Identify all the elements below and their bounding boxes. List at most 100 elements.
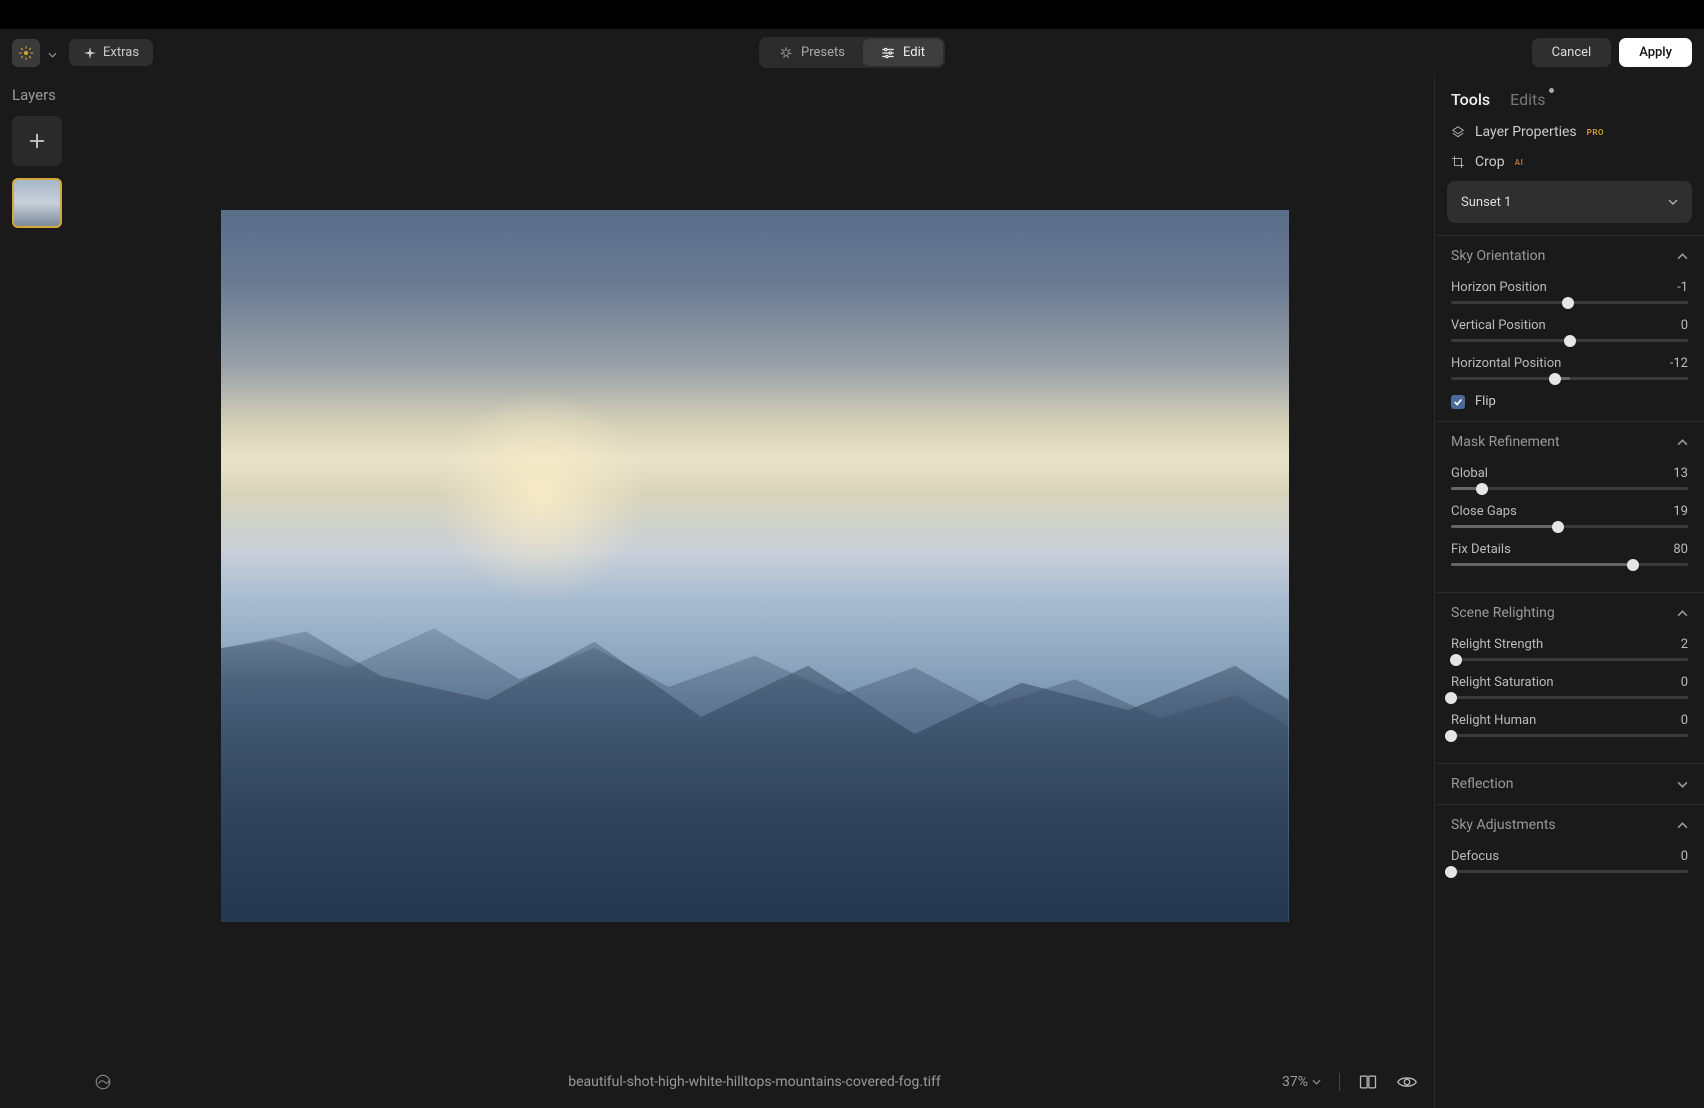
extras-button[interactable]: Extras: [69, 39, 153, 66]
param-label: Relight Human: [1451, 713, 1536, 728]
param-global: Global 13: [1451, 466, 1688, 490]
section-title: Reflection: [1451, 776, 1513, 792]
section-header-scene_relighting[interactable]: Scene Relighting: [1435, 592, 1704, 633]
chevron-up-icon: [1677, 439, 1688, 446]
bottom-bar: beautiful-shot-high-white-hilltops-mount…: [75, 1056, 1434, 1108]
preview-button[interactable]: [1396, 1071, 1418, 1093]
slider[interactable]: [1451, 734, 1688, 737]
chevron-down-icon: [1668, 199, 1678, 205]
section-header-sky_adjustments[interactable]: Sky Adjustments: [1435, 804, 1704, 845]
right-panel: Tools Edits Layer Properties PRO Crop AI…: [1434, 76, 1704, 1108]
layer-properties-label: Layer Properties: [1475, 124, 1577, 140]
sliders-icon: [881, 46, 895, 60]
apply-button[interactable]: Apply: [1619, 38, 1692, 67]
chevron-up-icon: [1677, 253, 1688, 260]
tab-edits[interactable]: Edits: [1510, 90, 1545, 109]
chevron-down-icon[interactable]: [48, 43, 57, 62]
param-value: -1: [1677, 280, 1688, 295]
param-relight human: Relight Human 0: [1451, 713, 1688, 737]
param-value: 0: [1681, 318, 1688, 333]
edit-tab-label: Edit: [903, 45, 925, 60]
param-horizontal position: Horizontal Position -12: [1451, 356, 1688, 380]
param-defocus: Defocus 0: [1451, 849, 1688, 873]
param-label: Relight Saturation: [1451, 675, 1554, 690]
zoom-level[interactable]: 37%: [1282, 1074, 1321, 1090]
sky-preset-select[interactable]: Sunset 1: [1447, 181, 1692, 223]
param-label: Fix Details: [1451, 542, 1511, 557]
slider[interactable]: [1451, 563, 1688, 566]
divider: [1339, 1073, 1340, 1091]
slider[interactable]: [1451, 525, 1688, 528]
param-label: Defocus: [1451, 849, 1499, 864]
app-logo-button[interactable]: [12, 39, 40, 67]
extras-label: Extras: [103, 45, 139, 60]
param-horizon position: Horizon Position -1: [1451, 280, 1688, 304]
plus-icon: [26, 130, 48, 152]
param-label: Global: [1451, 466, 1488, 481]
top-toolbar: Extras Presets Edit Cancel Apply: [0, 29, 1704, 76]
param-value: 0: [1681, 849, 1688, 864]
param-value: 0: [1681, 713, 1688, 728]
presets-tab-label: Presets: [801, 45, 845, 60]
param-close gaps: Close Gaps 19: [1451, 504, 1688, 528]
slider[interactable]: [1451, 301, 1688, 304]
section-title: Scene Relighting: [1451, 605, 1555, 621]
layer-thumbnail-1[interactable]: [12, 178, 62, 228]
edit-tab[interactable]: Edit: [863, 39, 943, 66]
section-header-mask_refinement[interactable]: Mask Refinement: [1435, 421, 1704, 462]
tab-tools[interactable]: Tools: [1451, 90, 1490, 109]
param-label: Horizontal Position: [1451, 356, 1561, 371]
chevron-up-icon: [1677, 610, 1688, 617]
canvas-area: beautiful-shot-high-white-hilltops-mount…: [75, 76, 1434, 1108]
param-relight saturation: Relight Saturation 0: [1451, 675, 1688, 699]
param-value: 80: [1673, 542, 1688, 557]
layers-panel: Layers: [0, 76, 75, 1108]
crop-label: Crop: [1475, 154, 1505, 170]
param-value: 0: [1681, 675, 1688, 690]
sparkle-icon: [83, 46, 97, 60]
crop-row[interactable]: Crop AI: [1435, 147, 1704, 177]
slider[interactable]: [1451, 696, 1688, 699]
param-label: Horizon Position: [1451, 280, 1547, 295]
ai-badge: AI: [1515, 158, 1524, 167]
param-value: 2: [1681, 637, 1688, 652]
chevron-up-icon: [1677, 822, 1688, 829]
flip-checkbox-row: Flip: [1451, 394, 1688, 409]
image-preview[interactable]: [221, 210, 1289, 922]
param-relight strength: Relight Strength 2: [1451, 637, 1688, 661]
cancel-button[interactable]: Cancel: [1532, 38, 1612, 67]
edits-indicator-dot: [1549, 88, 1554, 93]
section-title: Sky Orientation: [1451, 248, 1545, 264]
crop-icon: [1451, 155, 1465, 169]
chevron-down-icon: [1312, 1079, 1321, 1085]
sun-icon: [18, 45, 34, 61]
param-vertical position: Vertical Position 0: [1451, 318, 1688, 342]
flip-checkbox[interactable]: [1451, 395, 1465, 409]
presets-icon: [779, 46, 793, 60]
histogram-button[interactable]: [91, 1070, 115, 1094]
param-value: 13: [1673, 466, 1688, 481]
section-title: Sky Adjustments: [1451, 817, 1556, 833]
param-fix details: Fix Details 80: [1451, 542, 1688, 566]
pro-badge: PRO: [1587, 128, 1604, 137]
layers-icon: [1451, 125, 1465, 139]
section-header-sky_orientation[interactable]: Sky Orientation: [1435, 235, 1704, 276]
param-value: -12: [1670, 356, 1688, 371]
section-title: Mask Refinement: [1451, 434, 1560, 450]
presets-tab[interactable]: Presets: [761, 39, 863, 66]
param-label: Relight Strength: [1451, 637, 1543, 652]
compare-button[interactable]: [1358, 1072, 1378, 1092]
filename-label: beautiful-shot-high-white-hilltops-mount…: [568, 1074, 941, 1090]
layers-title: Layers: [12, 86, 63, 104]
section-header-reflection[interactable]: Reflection: [1435, 763, 1704, 804]
slider[interactable]: [1451, 377, 1688, 380]
slider[interactable]: [1451, 339, 1688, 342]
slider[interactable]: [1451, 487, 1688, 490]
slider[interactable]: [1451, 870, 1688, 873]
add-layer-button[interactable]: [12, 116, 62, 166]
layer-properties-row[interactable]: Layer Properties PRO: [1435, 117, 1704, 147]
param-label: Close Gaps: [1451, 504, 1517, 519]
slider[interactable]: [1451, 658, 1688, 661]
preset-selected-label: Sunset 1: [1461, 195, 1511, 210]
zoom-value: 37%: [1282, 1074, 1308, 1090]
